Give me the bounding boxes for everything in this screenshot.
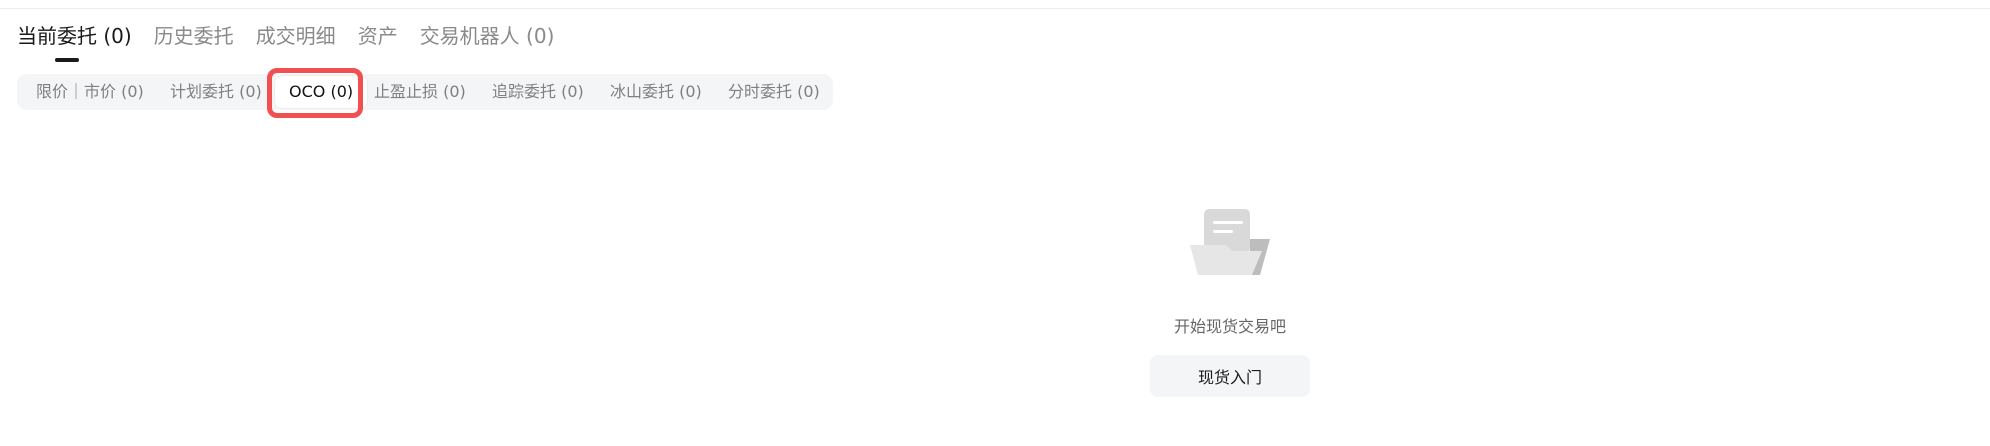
empty-folder-document-icon — [1190, 209, 1270, 275]
empty-state-message: 开始现货交易吧 — [1173, 317, 1286, 336]
tab-order-history[interactable]: 历史委托 — [154, 20, 234, 64]
subtab-take-profit-stop-loss-label: 止盈止损 (0) — [374, 82, 466, 101]
subtab-take-profit-stop-loss[interactable]: 止盈止损 (0) — [374, 74, 466, 110]
tab-assets[interactable]: 资产 — [358, 20, 398, 64]
tab-trading-bots-label: 交易机器人 (0) — [419, 24, 555, 48]
tab-order-history-label: 历史委托 — [153, 24, 234, 48]
tab-current-orders-label: 当前委托 (0) — [17, 24, 132, 48]
subtab-iceberg-order-label: 冰山委托 (0) — [610, 82, 702, 101]
subtab-oco-label: OCO (0) — [289, 82, 354, 101]
subtab-trailing-order[interactable]: 追踪委托 (0) — [492, 74, 584, 110]
tab-trade-details[interactable]: 成交明细 — [256, 20, 336, 64]
empty-state: 开始现货交易吧 现货入门 — [1130, 205, 1330, 397]
subtab-trailing-order-label: 追踪委托 (0) — [492, 82, 584, 101]
subtab-iceberg-order[interactable]: 冰山委托 (0) — [610, 74, 702, 110]
orders-panel: 当前委托 (0) 历史委托 成交明细 资产 交易机器人 (0) 限价｜市价 (0… — [0, 0, 1990, 446]
top-divider — [0, 8, 1990, 9]
subtab-plan-order-label: 计划委托 (0) — [170, 82, 262, 101]
main-tab-bar: 当前委托 (0) 历史委托 成交明细 资产 交易机器人 (0) — [17, 20, 576, 64]
order-type-tab-bar: 限价｜市价 (0) 计划委托 (0) OCO (0) 止盈止损 (0) 追踪委托… — [17, 74, 833, 110]
subtab-limit-market[interactable]: 限价｜市价 (0) — [36, 74, 144, 110]
active-tab-indicator — [55, 58, 79, 62]
subtab-twap-order[interactable]: 分时委托 (0) — [728, 74, 820, 110]
tab-trade-details-label: 成交明细 — [255, 24, 336, 48]
spot-guide-button[interactable]: 现货入门 — [1150, 355, 1310, 397]
subtab-limit-market-label: 限价｜市价 (0) — [36, 82, 144, 101]
spot-guide-button-label: 现货入门 — [1197, 368, 1262, 387]
tab-trading-bots[interactable]: 交易机器人 (0) — [420, 20, 555, 64]
subtab-oco[interactable]: OCO (0) — [275, 76, 368, 108]
tab-assets-label: 资产 — [357, 24, 398, 48]
subtab-plan-order[interactable]: 计划委托 (0) — [170, 74, 262, 110]
tab-current-orders[interactable]: 当前委托 (0) — [17, 20, 132, 64]
subtab-twap-order-label: 分时委托 (0) — [728, 82, 820, 101]
